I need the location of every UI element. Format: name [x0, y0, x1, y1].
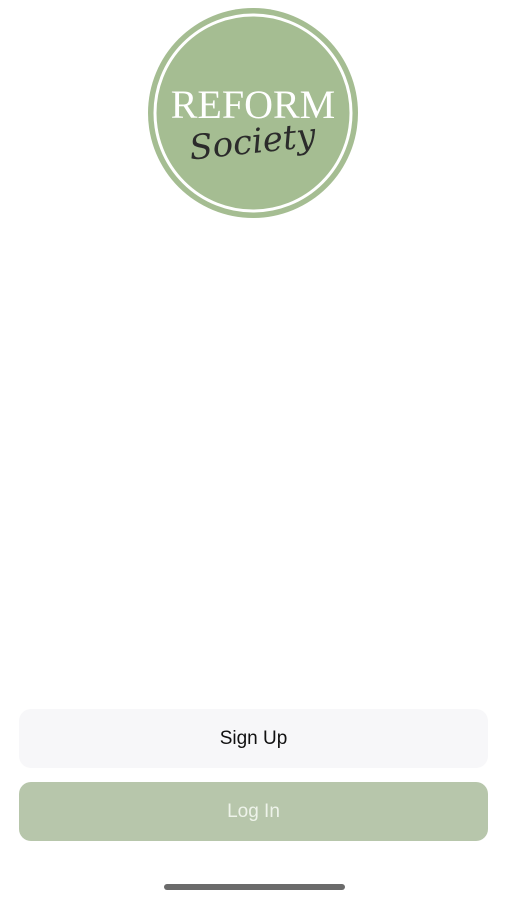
home-indicator[interactable] — [164, 884, 345, 890]
welcome-screen: REFORM Society Sign Up Log In — [0, 0, 507, 900]
reform-society-logo: REFORM Society — [147, 7, 359, 219]
sign-up-button[interactable]: Sign Up — [19, 709, 488, 768]
logo-badge: REFORM Society — [148, 8, 358, 218]
log-in-button[interactable]: Log In — [19, 782, 488, 841]
